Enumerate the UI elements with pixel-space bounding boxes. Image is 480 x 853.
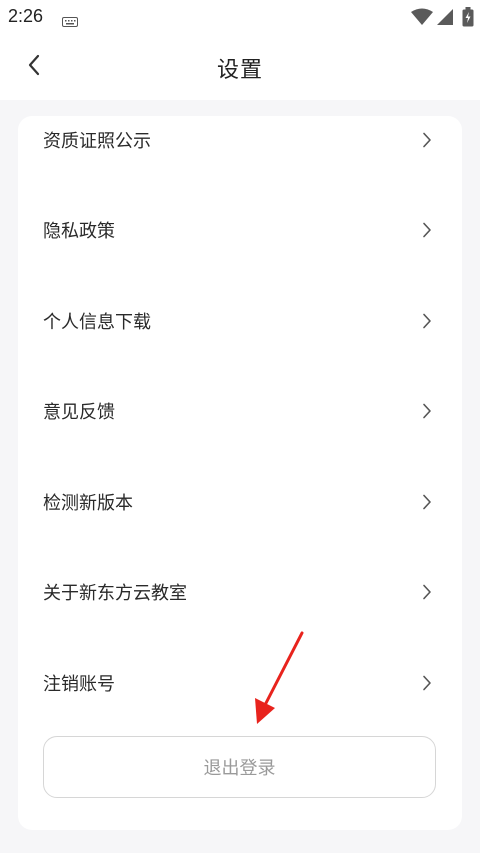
battery-charging-icon: [462, 7, 474, 31]
settings-item-label: 注销账号: [43, 673, 115, 695]
chevron-right-icon: [422, 222, 432, 238]
settings-item-feedback[interactable]: 意见反馈: [18, 365, 462, 456]
settings-item-personal-info-download[interactable]: 个人信息下载: [18, 275, 462, 366]
chevron-right-icon: [422, 584, 432, 600]
chevron-right-icon: [422, 132, 432, 148]
status-time: 2:26: [8, 6, 44, 26]
settings-item-label: 意见反馈: [43, 401, 115, 423]
page-title: 设置: [216, 58, 263, 83]
settings-item-privacy-policy[interactable]: 隐私政策: [18, 184, 462, 275]
chevron-right-icon: [422, 403, 432, 419]
chevron-right-icon: [422, 313, 432, 329]
settings-item-about[interactable]: 关于新东方云教室: [18, 546, 462, 637]
settings-item-label: 检测新版本: [43, 492, 133, 514]
settings-list: 资质证照公示 隐私政策 个人信息下载 意见反馈 检测新版本 关于新东方云教室 注…: [18, 116, 462, 830]
app-bar: 设置: [0, 34, 480, 100]
keyboard-icon: [62, 12, 78, 31]
chevron-right-icon: [422, 494, 432, 510]
settings-item-qualification-certificates[interactable]: 资质证照公示: [18, 94, 462, 185]
annotation-arrow-icon: [248, 628, 306, 732]
wifi-icon: [411, 8, 433, 30]
settings-item-label: 个人信息下载: [43, 311, 151, 333]
settings-item-check-update[interactable]: 检测新版本: [18, 456, 462, 547]
cellular-signal-icon: [436, 8, 454, 30]
settings-item-label: 隐私政策: [43, 220, 115, 242]
settings-item-label: 资质证照公示: [43, 130, 151, 152]
settings-item-label: 关于新东方云教室: [43, 582, 187, 604]
settings-item-delete-account[interactable]: 注销账号: [18, 637, 462, 728]
status-bar: 2:26: [0, 0, 480, 34]
chevron-right-icon: [422, 675, 432, 691]
logout-button[interactable]: 退出登录: [43, 736, 436, 798]
